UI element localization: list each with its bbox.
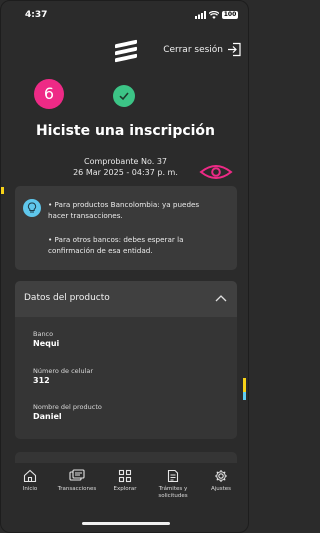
home-icon <box>23 469 37 483</box>
status-icons: 100 <box>195 11 238 19</box>
nav-label-inicio: Inicio <box>22 486 38 492</box>
bank-logo <box>115 38 137 63</box>
nav-item-ajustes[interactable]: Ajustes <box>197 469 245 493</box>
bottom-nav: Inicio Transacciones Explorar Trámites y… <box>1 463 248 518</box>
eye-icon[interactable] <box>199 161 233 187</box>
phone-value: 312 <box>33 376 50 385</box>
info-card: • Para productos Bancolombia: ya puedes … <box>15 186 237 270</box>
phone-label: Número de celular <box>33 367 94 375</box>
product-details-title: Datos del producto <box>24 293 110 303</box>
home-indicator <box>82 522 170 525</box>
info-bullet-other-banks: • Para otros bancos: debes esperar la co… <box>48 235 184 255</box>
accent-mark-right-blue <box>243 392 246 400</box>
nav-label-tramites: Trámites y solicitudes <box>158 486 188 499</box>
battery-icon: 100 <box>222 11 238 19</box>
nav-item-tramites[interactable]: Trámites y solicitudes <box>149 469 197 500</box>
product-name-label: Nombre del producto <box>33 403 102 411</box>
logout-icon <box>228 42 241 57</box>
status-time: 4:37 <box>25 10 48 20</box>
product-details-toggle[interactable]: Datos del producto <box>15 281 237 317</box>
step-badge: 6 <box>34 79 64 109</box>
product-name-value: Daniel <box>33 412 62 421</box>
logout-label: Cerrar sesión <box>163 44 223 55</box>
chevron-up-icon <box>215 295 227 302</box>
product-details-card: Datos del producto Banco Nequi Número de… <box>15 281 237 439</box>
transactions-icon <box>69 469 85 481</box>
bank-label: Banco <box>33 330 54 338</box>
grid-icon <box>118 469 132 483</box>
nav-item-explorar[interactable]: Explorar <box>101 469 149 493</box>
signal-icon <box>195 11 206 19</box>
accent-mark-left <box>1 187 4 194</box>
app-screen: 4:37 100 Cerrar sesión 6 Hiciste una ins… <box>0 0 249 533</box>
wifi-icon <box>209 11 219 19</box>
check-icon <box>113 85 135 107</box>
lightbulb-icon <box>23 199 41 217</box>
nav-label-ajustes: Ajustes <box>210 486 232 492</box>
page-title: Hiciste una inscripción <box>35 123 216 139</box>
nav-label-explorar: Explorar <box>113 486 137 492</box>
document-icon <box>167 469 179 483</box>
logout-button[interactable]: Cerrar sesión <box>163 42 242 57</box>
accent-mark-right-yellow <box>243 378 246 392</box>
nav-item-transacciones[interactable]: Transacciones <box>53 469 101 493</box>
status-bar: 4:37 100 <box>1 1 248 25</box>
nav-label-transacciones: Transacciones <box>57 486 97 492</box>
gear-icon <box>215 470 227 482</box>
info-bullet-bancolombia: • Para productos Bancolombia: ya puedes … <box>48 200 200 220</box>
nav-item-inicio[interactable]: Inicio <box>6 469 54 493</box>
bank-value: Nequi <box>33 339 60 348</box>
